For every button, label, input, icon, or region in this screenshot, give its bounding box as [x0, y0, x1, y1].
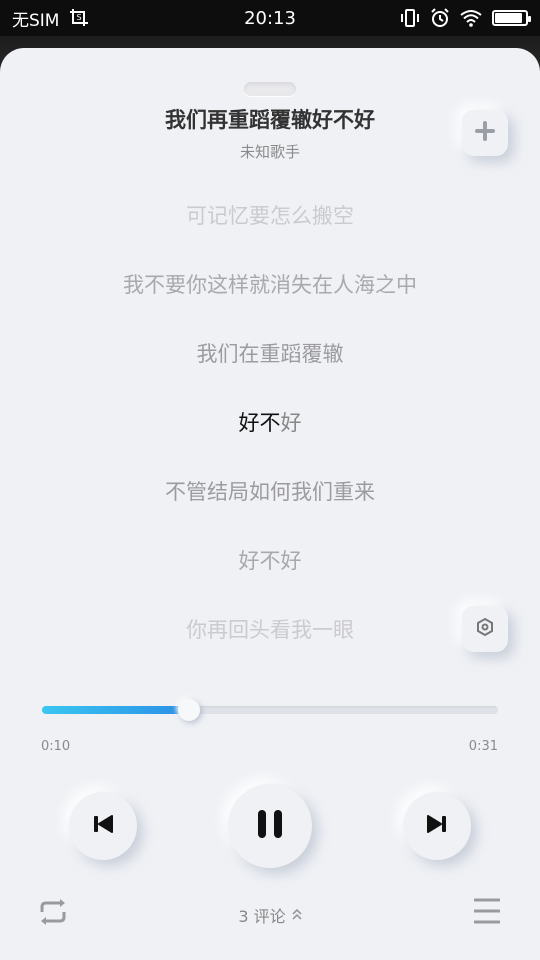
- chevron-up-icon: [292, 906, 302, 925]
- pause-icon: [255, 808, 285, 844]
- player-sheet: 我们再重蹈覆辙好不好 未知歌手 可记忆要怎么搬空 我不要你这样就消失在人海之中 …: [0, 48, 540, 960]
- vibrate-icon: [400, 9, 420, 27]
- progress-fill: [42, 706, 189, 714]
- drag-handle[interactable]: [244, 82, 296, 96]
- effects-button[interactable]: [462, 606, 508, 652]
- song-title: 我们再重蹈覆辙好不好: [165, 108, 375, 132]
- lyric-line: 不管结局如何我们重来: [165, 480, 375, 504]
- lyric-line: 你再回头看我一眼: [186, 618, 354, 642]
- total-time: 0:31: [468, 739, 498, 754]
- lyric-line-current: 好不好: [0, 407, 540, 437]
- menu-icon[interactable]: [473, 897, 501, 925]
- comments-button[interactable]: 3 评论: [0, 903, 540, 927]
- lyric-line: 我不要你这样就消失在人海之中: [123, 273, 417, 297]
- pause-button[interactable]: [228, 784, 312, 868]
- hexagon-icon: [475, 617, 495, 641]
- battery-icon: [492, 10, 531, 26]
- status-bar: 无SIM S 20:13: [0, 0, 540, 36]
- comments-label: 3 评论: [238, 907, 286, 926]
- artist-name: 未知歌手: [239, 143, 300, 161]
- add-to-playlist-button[interactable]: [462, 110, 508, 156]
- progress-knob[interactable]: [177, 699, 200, 721]
- previous-button[interactable]: [69, 792, 137, 860]
- screenshot-crop-icon: S: [69, 8, 89, 28]
- progress-bar[interactable]: [42, 699, 498, 721]
- plus-icon: [475, 121, 495, 145]
- wifi-icon: [460, 9, 482, 27]
- svg-text:S: S: [77, 13, 82, 22]
- lyric-sung-part: 好不: [238, 411, 281, 435]
- skip-previous-icon: [92, 814, 114, 838]
- lyric-line: 好不好: [238, 549, 302, 573]
- skip-next-icon: [426, 814, 448, 838]
- next-button[interactable]: [403, 792, 471, 860]
- lyric-line: 我们在重蹈覆辙: [196, 342, 344, 366]
- carrier-label: 无SIM: [12, 10, 60, 31]
- lyric-line: 可记忆要怎么搬空: [186, 204, 354, 228]
- lyric-unsung-part: 好: [280, 411, 302, 435]
- alarm-icon: [430, 8, 450, 28]
- current-time: 0:10: [41, 739, 71, 754]
